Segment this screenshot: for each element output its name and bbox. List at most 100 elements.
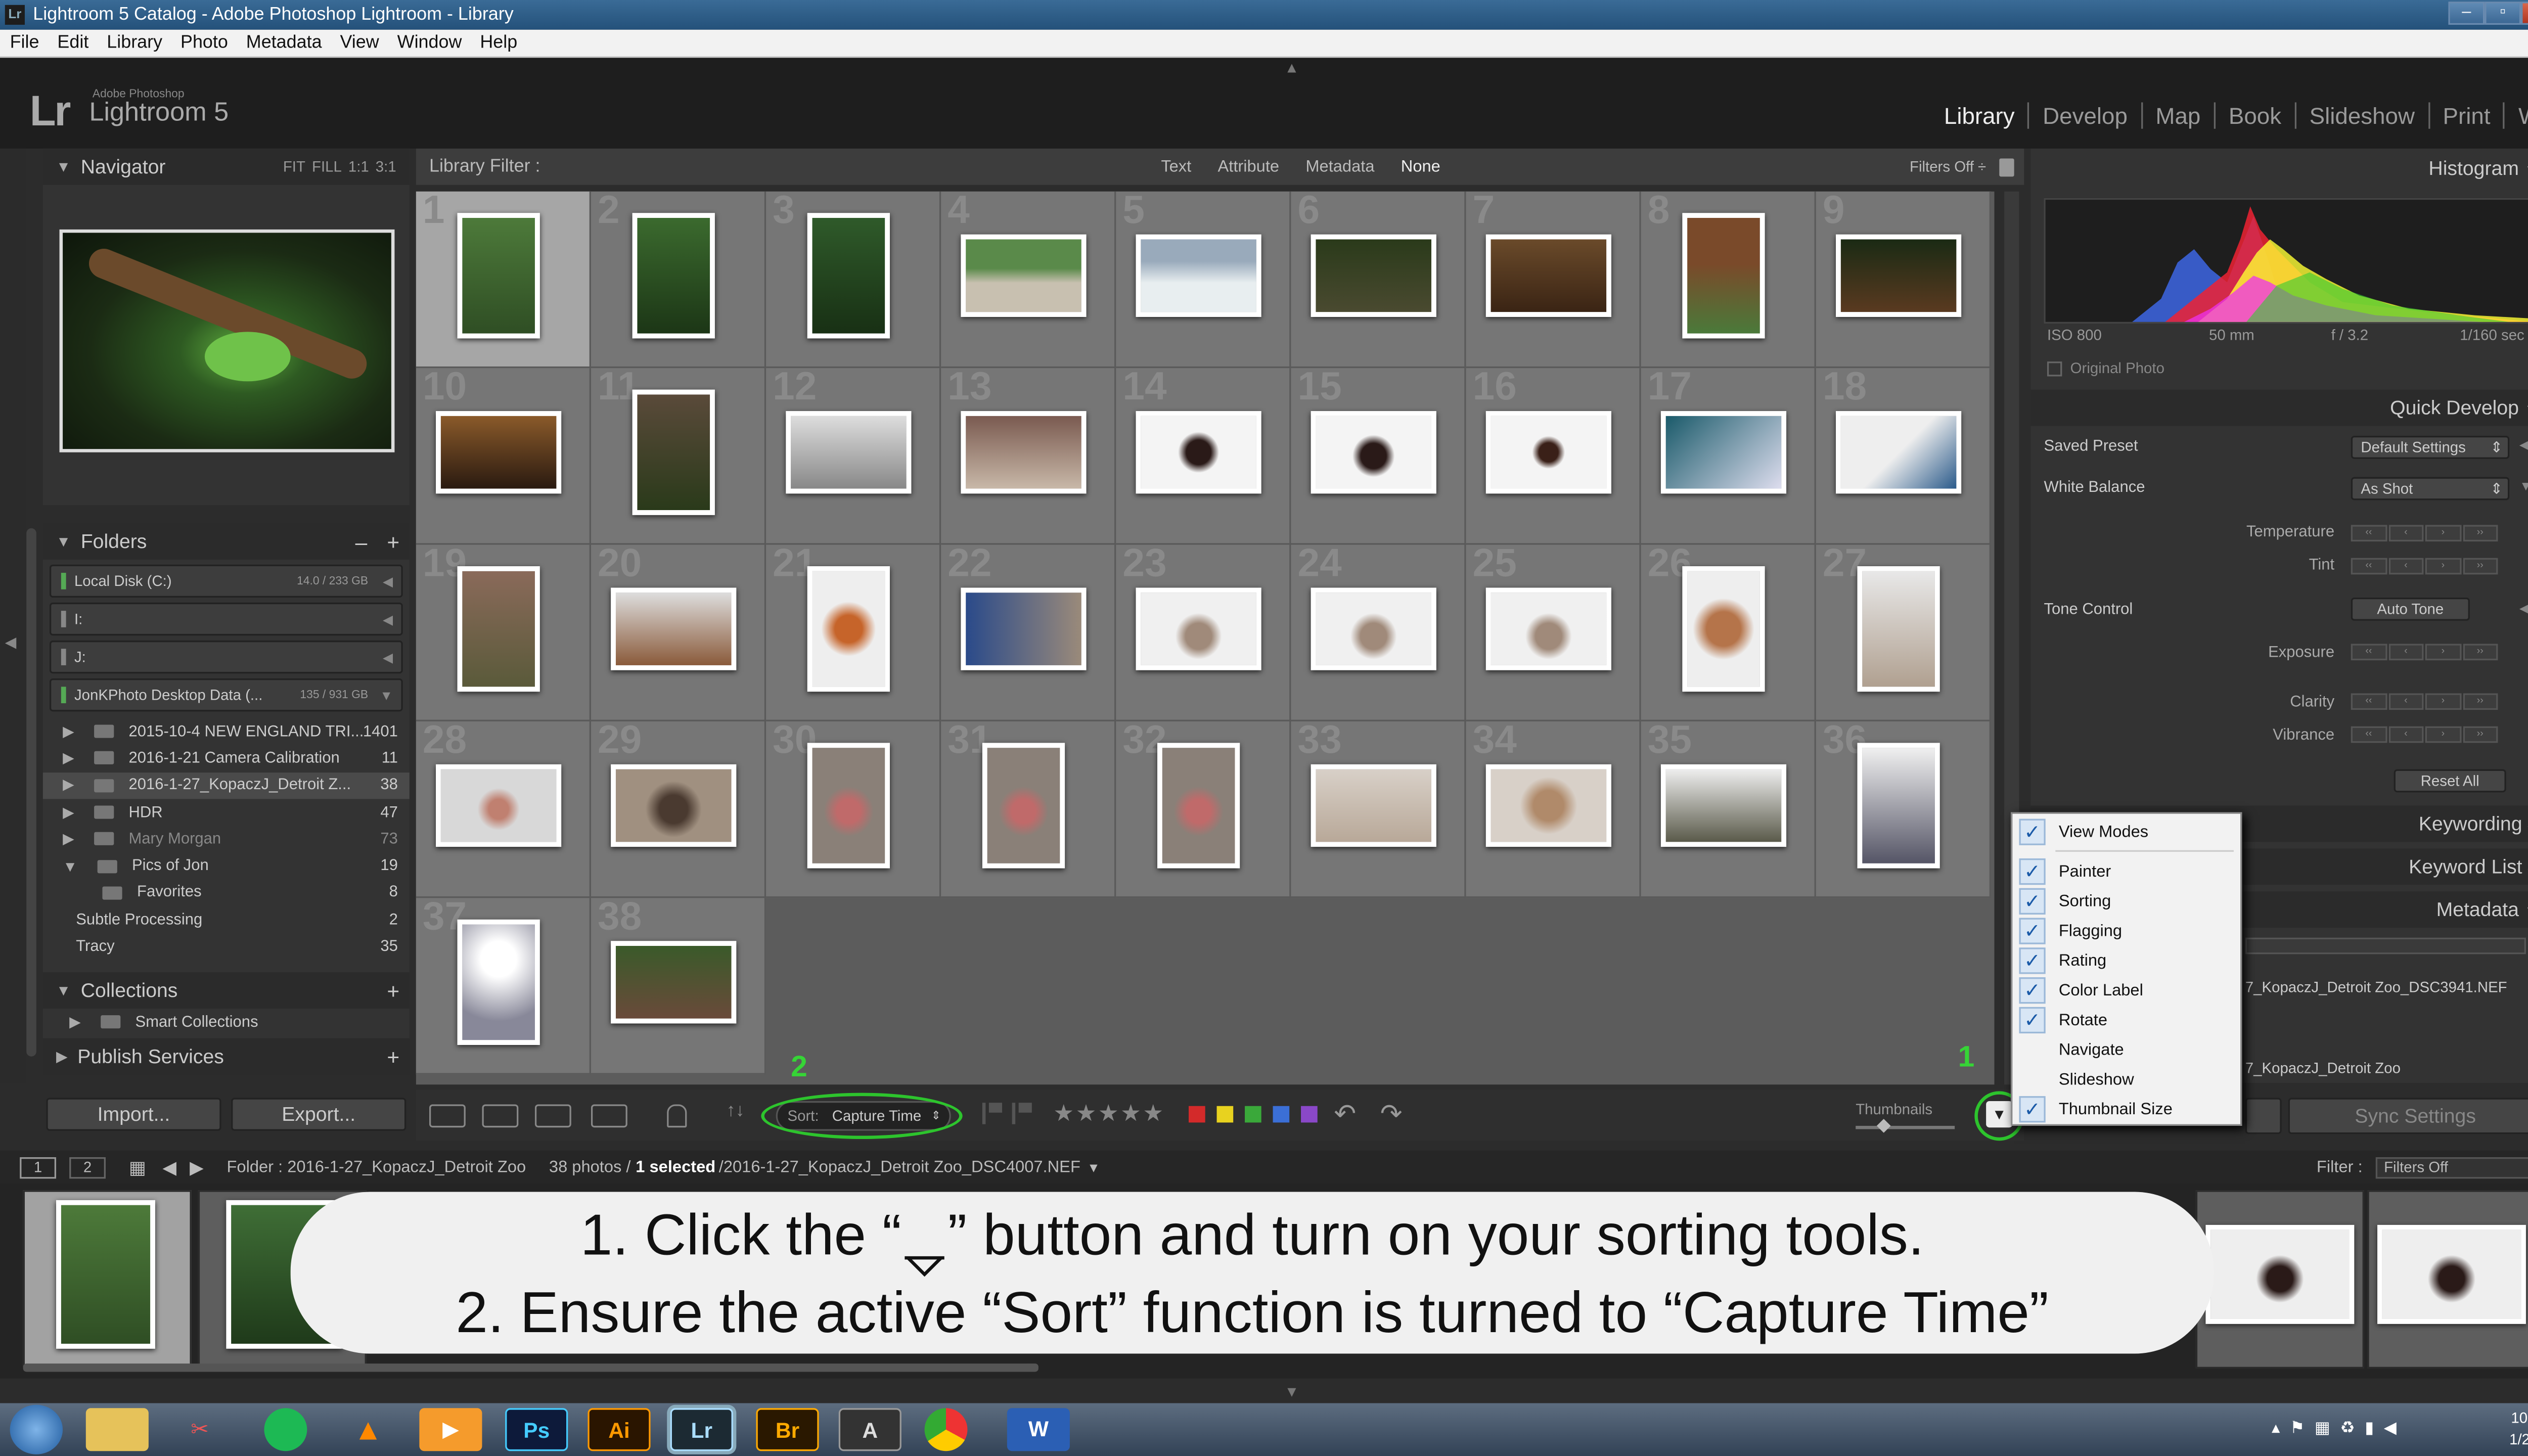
photo-thumbnail[interactable] xyxy=(457,565,540,691)
menu-item-thumbnail-size[interactable]: ✓ Thumbnail Size xyxy=(2012,1095,2240,1124)
photo-thumbnail[interactable] xyxy=(1311,586,1436,670)
lightroom-icon[interactable]: Lr xyxy=(670,1408,733,1451)
photo-thumbnail[interactable] xyxy=(611,586,737,670)
grid-cell[interactable]: 31 xyxy=(941,718,1116,898)
saved-preset-dropdown[interactable]: Default Settings ⇕ xyxy=(2351,436,2510,459)
menu-metadata[interactable]: Metadata xyxy=(246,33,322,53)
photo-thumbnail[interactable] xyxy=(632,212,715,338)
sort-direction-icon[interactable]: ↑↓ xyxy=(727,1101,745,1121)
grid-cell[interactable]: 14 xyxy=(1116,365,1291,545)
white-balance-dropdown[interactable]: As Shot ⇕ xyxy=(2351,477,2510,500)
grid-cell[interactable]: 17 xyxy=(1641,365,1816,545)
menu-item-flagging[interactable]: ✓ Flagging xyxy=(2012,916,2240,946)
page-1-button[interactable]: 1 xyxy=(20,1156,57,1178)
menu-file[interactable]: File xyxy=(10,33,39,53)
photo-thumbnail[interactable] xyxy=(807,742,890,868)
menu-item-painter[interactable]: ✓ Painter xyxy=(2012,857,2240,887)
photo-thumbnail[interactable] xyxy=(1485,410,1611,493)
filters-off-dropdown[interactable]: Filters Off ÷ xyxy=(1910,158,1986,175)
menu-item-view-modes[interactable]: ✓ View Modes xyxy=(2012,817,2240,847)
grid-cell[interactable]: 15 xyxy=(1291,365,1466,545)
photo-thumbnail[interactable] xyxy=(1660,763,1787,846)
photo-thumbnail[interactable] xyxy=(611,940,737,1023)
folder-item[interactable]: ▶ 2015-10-4 NEW ENGLAND TRI... 1401 xyxy=(43,718,410,745)
photo-thumbnail[interactable] xyxy=(1836,234,1962,316)
photo-thumbnail[interactable] xyxy=(436,410,562,493)
grid-cell[interactable]: 26 xyxy=(1641,541,1816,721)
grid-cell[interactable]: 3 xyxy=(766,188,941,369)
grid-cell[interactable]: 33 xyxy=(1291,718,1466,898)
volume-local-disk[interactable]: Local Disk (C:) 14.0 / 233 GB ◀ xyxy=(49,564,403,598)
grid-cell[interactable]: 28 xyxy=(416,718,591,898)
photo-thumbnail[interactable] xyxy=(807,212,890,338)
module-library[interactable]: Library xyxy=(1931,102,2030,129)
photo-thumbnail[interactable] xyxy=(1157,742,1240,868)
grid-cell[interactable]: 10 xyxy=(416,365,591,545)
folder-item[interactable]: ▶ 2016-1-21 Camera Calibration 11 xyxy=(43,745,410,772)
photo-thumbnail[interactable] xyxy=(632,388,715,515)
grid-cell[interactable]: 8 xyxy=(1641,188,1816,369)
bridge-icon[interactable]: Br xyxy=(756,1408,819,1451)
grid-cell[interactable]: 2 xyxy=(591,188,766,369)
photo-thumbnail[interactable] xyxy=(1136,586,1261,670)
add-publish-icon[interactable]: + xyxy=(387,1044,399,1069)
photo-thumbnail[interactable] xyxy=(1682,212,1765,338)
photo-thumbnail[interactable] xyxy=(786,410,912,493)
collapse-bottom-icon[interactable]: ▼ xyxy=(1284,1383,1299,1400)
grid-view-icon[interactable] xyxy=(429,1104,466,1128)
minimize-button[interactable]: – xyxy=(2448,2,2485,25)
lock-icon[interactable] xyxy=(1999,157,2014,176)
navigator-preview[interactable] xyxy=(59,229,395,452)
add-folder-icon[interactable]: + xyxy=(387,529,399,554)
grid-cell[interactable]: 19 xyxy=(416,541,591,721)
folders-header[interactable]: ▼ Folders – + xyxy=(42,523,410,560)
module-book[interactable]: Book xyxy=(2216,102,2296,129)
module-map[interactable]: Map xyxy=(2142,102,2216,129)
thumbnail-size-slider-thumb[interactable] xyxy=(1876,1119,1891,1133)
illustrator-icon[interactable]: Ai xyxy=(588,1408,651,1451)
grid-cell[interactable]: 23 xyxy=(1116,541,1291,721)
photo-thumbnail[interactable] xyxy=(982,742,1065,868)
thumbnail-size-slider[interactable] xyxy=(1856,1125,1955,1129)
color-label-blue[interactable] xyxy=(1273,1106,1290,1123)
menu-item-sorting[interactable]: ✓ Sorting xyxy=(2012,886,2240,916)
grid-icon[interactable]: ▦ xyxy=(129,1156,146,1178)
zoom-fit[interactable]: FIT xyxy=(283,158,305,175)
grid-cell[interactable]: 34 xyxy=(1466,718,1641,898)
grid-cell[interactable]: 30 xyxy=(766,718,941,898)
grid-cell[interactable]: 29 xyxy=(591,718,766,898)
photo-thumbnail[interactable] xyxy=(1485,586,1611,670)
start-button[interactable] xyxy=(10,1404,63,1454)
photo-thumbnail[interactable] xyxy=(961,410,1087,493)
filter-tab-none[interactable]: None xyxy=(1401,158,1440,176)
metadata-field[interactable] xyxy=(2245,937,2526,954)
color-label-yellow[interactable] xyxy=(1216,1106,1234,1123)
photo-thumbnail[interactable] xyxy=(611,763,737,846)
color-label-purple[interactable] xyxy=(1301,1106,1318,1123)
star-rating[interactable]: ★★★★★ xyxy=(1053,1100,1165,1128)
font-app-icon[interactable]: A xyxy=(838,1408,901,1451)
module-print[interactable]: Print xyxy=(2429,102,2505,129)
back-arrow-icon[interactable]: ◀ xyxy=(162,1156,176,1178)
grid-cell[interactable]: 25 xyxy=(1466,541,1641,721)
filmstrip-thumb[interactable] xyxy=(23,1190,192,1369)
navigator-header[interactable]: ▼ Navigator FIT FILL 1:1 3:1 xyxy=(42,148,410,185)
grid-cell[interactable]: 9 xyxy=(1816,188,1991,369)
filmstrip-thumb[interactable] xyxy=(2367,1190,2528,1369)
flag-pick-icon[interactable] xyxy=(982,1103,1003,1124)
sync-toggle[interactable] xyxy=(2245,1098,2282,1134)
chrome-icon[interactable] xyxy=(924,1408,968,1451)
vibrance-stepper[interactable]: ‹‹ ‹ › ›› xyxy=(2351,726,2500,743)
zoom-3-1[interactable]: 3:1 xyxy=(376,158,396,175)
file-explorer-icon[interactable] xyxy=(85,1408,149,1451)
menu-help[interactable]: Help xyxy=(480,33,517,53)
system-tray-icons[interactable]: ▴⚑▦♻▮◀ xyxy=(2272,1420,2406,1438)
folder-item[interactable]: Subtle Processing 2 xyxy=(43,906,410,933)
menu-item-slideshow[interactable]: Slideshow xyxy=(2012,1065,2240,1095)
smart-collections-item[interactable]: ▶ Smart Collections xyxy=(43,1009,410,1035)
rotate-right-icon[interactable]: ↷ xyxy=(1380,1098,1403,1130)
loupe-view-icon[interactable] xyxy=(482,1104,519,1128)
photo-thumbnail[interactable] xyxy=(961,586,1087,670)
histogram-header[interactable]: Histogram ▼ xyxy=(2428,157,2528,180)
collapse-icon[interactable]: ▼ xyxy=(2519,479,2528,493)
